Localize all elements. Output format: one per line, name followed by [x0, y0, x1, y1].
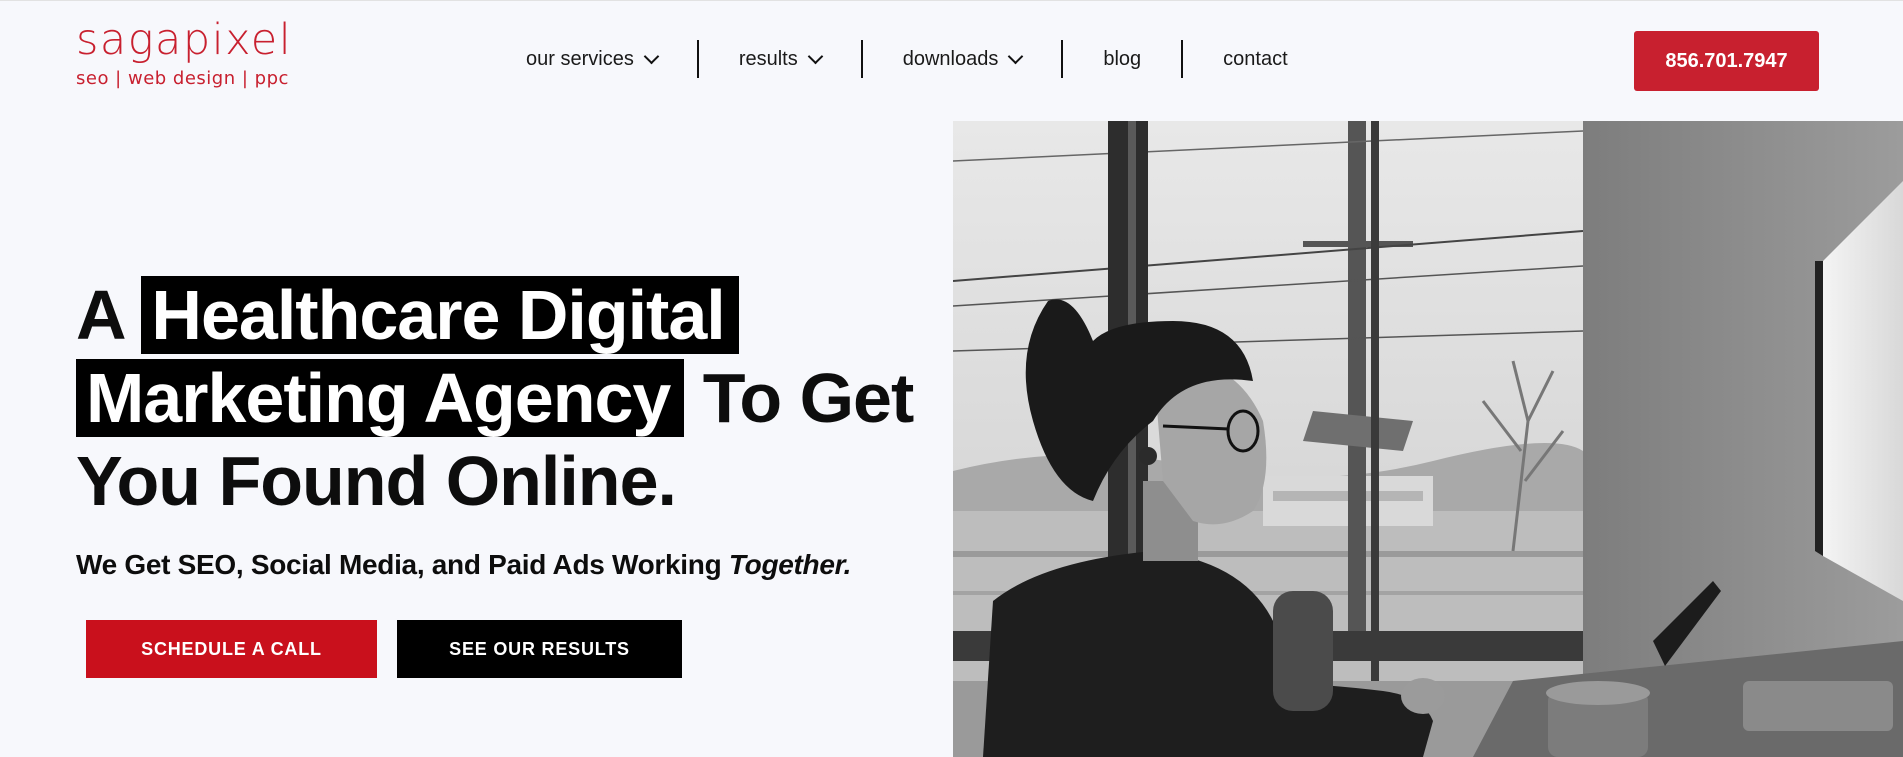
nav-item-label: our services: [526, 47, 634, 70]
chevron-down-icon: [1008, 48, 1024, 64]
nav-item-label: contact: [1223, 47, 1288, 70]
phone-button[interactable]: 856.701.7947: [1634, 31, 1819, 91]
hero-photo-illustration: [953, 121, 1903, 757]
chevron-down-icon: [643, 48, 660, 64]
hero-subtitle-emphasis: Together.: [728, 549, 852, 580]
main-nav: our services results downloads blog cont…: [500, 38, 1328, 80]
see-results-button[interactable]: SEE OUR RESULTS: [397, 620, 682, 678]
hero-title-highlight: Healthcare Digital: [141, 276, 739, 354]
hero-subtitle: We Get SEO, Social Media, and Paid Ads W…: [76, 549, 851, 581]
nav-item-label: blog: [1103, 47, 1142, 70]
hero-subtitle-main: We Get SEO, Social Media, and Paid Ads W…: [76, 549, 722, 580]
hero-title-prefix: A: [76, 276, 124, 354]
hero-title-suffix: To Get: [702, 359, 914, 437]
nav-item-results[interactable]: results: [699, 38, 861, 80]
schedule-call-button[interactable]: SCHEDULE A CALL: [86, 620, 377, 678]
nav-item-our-services[interactable]: our services: [500, 38, 697, 80]
nav-item-contact[interactable]: contact: [1183, 38, 1327, 80]
nav-item-downloads[interactable]: downloads: [863, 38, 1062, 80]
nav-item-label: downloads: [902, 47, 999, 70]
nav-item-label: results: [738, 47, 798, 70]
logo-tagline: seo | web design | ppc: [76, 68, 289, 89]
logo-wordmark: sagapixel: [76, 15, 293, 65]
top-border: [0, 0, 1903, 1]
logo[interactable]: sagapixel seo | web design | ppc: [76, 18, 292, 89]
hero-title-suffix: You Found Online.: [76, 442, 677, 520]
hero-title: A Healthcare Digital Marketing Agency To…: [76, 274, 936, 523]
nav-item-blog[interactable]: blog: [1063, 38, 1181, 80]
hero-photo: [953, 121, 1903, 757]
chevron-down-icon: [807, 48, 823, 64]
hero-title-highlight: Marketing Agency: [76, 359, 685, 437]
